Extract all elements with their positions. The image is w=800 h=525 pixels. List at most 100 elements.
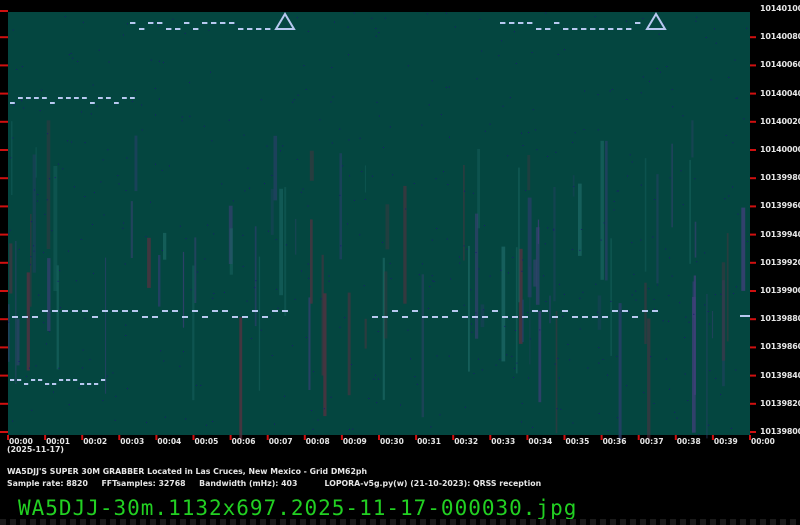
noise-dot: [54, 177, 56, 179]
noise-streak: [258, 256, 261, 391]
noise-streak: [279, 188, 283, 296]
noise-streak: [273, 135, 278, 201]
noise-dot: [12, 420, 14, 422]
noise-streak: [578, 183, 582, 256]
noise-dot: [579, 297, 581, 299]
noise-dot: [266, 145, 268, 147]
noise-dot: [669, 388, 671, 390]
signal-trace-main: [72, 310, 78, 312]
noise-dot: [536, 149, 538, 151]
y-tick-left: [0, 290, 8, 292]
noise-dot: [98, 49, 100, 51]
noise-dot: [158, 98, 160, 100]
noise-dot: [698, 434, 700, 436]
noise-dot: [418, 274, 420, 276]
noise-dot: [696, 261, 698, 263]
noise-dot: [728, 195, 730, 197]
noise-dot: [547, 155, 549, 157]
noise-dot: [413, 183, 415, 184]
noise-dot: [161, 249, 163, 251]
noise-dot: [458, 256, 460, 258]
noise-dot: [557, 357, 559, 359]
noise-dot: [330, 396, 332, 398]
noise-dot: [51, 230, 53, 232]
noise-dot: [29, 367, 30, 369]
noise-dot: [162, 62, 164, 63]
noise-streak: [480, 304, 485, 328]
noise-dot: [463, 245, 465, 247]
signal-trace-low-left: [45, 383, 50, 385]
signal-trace-main: [462, 316, 468, 318]
noise-dot: [421, 124, 423, 126]
y-tick-label: 10139800: [760, 427, 800, 436]
noise-dot: [57, 163, 59, 165]
noise-dot: [339, 128, 341, 130]
noise-dot: [243, 134, 245, 136]
noise-dot: [603, 222, 605, 224]
noise-dot: [392, 174, 394, 176]
noise-dot: [353, 199, 355, 201]
noise-dot: [70, 52, 72, 54]
signal-trace-top-left: [139, 28, 145, 30]
signal-trace-main: [282, 310, 288, 312]
noise-dot: [584, 90, 586, 92]
noise-dot: [527, 312, 529, 313]
y-tick-left: [0, 177, 8, 180]
noise-dot: [305, 337, 307, 338]
x-tick-label: 00:03: [120, 437, 145, 446]
noise-dot: [332, 96, 334, 98]
signal-trace-main: [492, 310, 498, 312]
noise-dot: [428, 104, 430, 106]
noise-streak: [538, 311, 542, 403]
noise-dot: [49, 178, 51, 180]
noise-dot: [371, 175, 373, 177]
y-tick-label: 10139920: [760, 257, 800, 267]
noise-dot: [43, 252, 45, 254]
y-tick-right: [750, 290, 756, 292]
noise-dot: [521, 402, 523, 404]
noise-dot: [38, 294, 40, 296]
noise-dot: [514, 367, 516, 369]
y-tick-label: 10140000: [760, 145, 800, 154]
signal-trace-main: [102, 310, 108, 312]
noise-dot: [291, 345, 293, 347]
noise-dot: [581, 229, 583, 230]
signal-trace-main: [232, 316, 238, 318]
noise-dot: [598, 413, 600, 414]
noise-dot: [35, 365, 37, 367]
noise-dot: [478, 268, 480, 270]
noise-dot: [8, 232, 10, 234]
noise-dot: [68, 404, 70, 406]
signal-trace-low-left: [38, 379, 43, 381]
noise-dot: [213, 293, 215, 294]
noise-dot: [13, 105, 15, 106]
y-tick-right: [750, 346, 756, 349]
noise-dot: [93, 192, 95, 194]
noise-dot: [377, 331, 379, 332]
noise-streak: [421, 274, 424, 418]
noise-dot: [331, 67, 333, 68]
noise-streak: [32, 154, 36, 273]
noise-dot: [708, 424, 710, 426]
noise-dot: [378, 32, 380, 34]
bottom-border: [0, 519, 800, 525]
noise-dot: [312, 428, 314, 430]
noise-dot: [96, 105, 98, 107]
noise-dot: [484, 130, 486, 132]
noise-dot: [260, 99, 262, 101]
noise-dot: [556, 408, 558, 410]
signal-trace-main: [112, 310, 118, 312]
noise-dot: [190, 289, 192, 291]
noise-streak: [605, 140, 608, 281]
noise-streak: [527, 197, 532, 298]
noise-dot: [80, 239, 82, 240]
noise-dot: [78, 387, 80, 389]
noise-dot: [464, 190, 465, 192]
noise-dot: [507, 155, 509, 157]
noise-dot: [734, 59, 736, 61]
signal-trace-low-left: [59, 379, 64, 381]
noise-dot: [331, 142, 333, 144]
noise-dot: [23, 107, 25, 109]
noise-streak: [385, 204, 390, 250]
noise-dot: [598, 347, 600, 349]
